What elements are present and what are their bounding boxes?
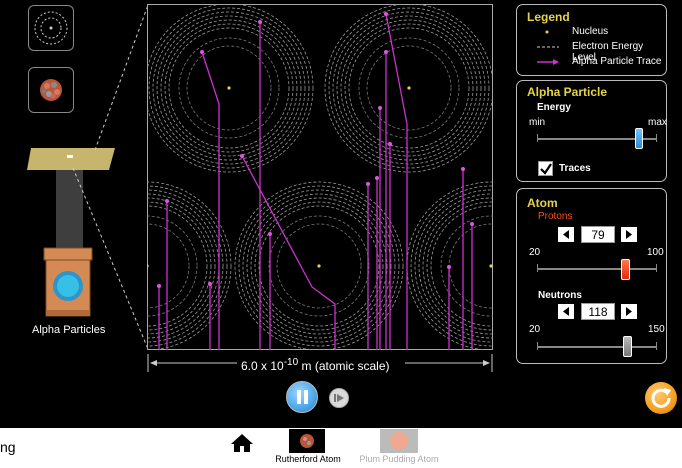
protons-decrement-button[interactable] <box>557 226 575 243</box>
step-icon <box>334 394 344 402</box>
rutherford-atom-icon <box>289 429 325 453</box>
alpha-particle <box>378 106 382 110</box>
nucleus <box>317 264 321 268</box>
legend-item-nucleus: Nucleus <box>572 26 609 37</box>
neutrons-slider-track[interactable] <box>537 346 657 348</box>
legend-item-trace: Alpha Particle Trace <box>572 56 662 67</box>
alpha-particle-panel: Alpha Particle Energy min max Traces <box>516 80 667 182</box>
traces-label: Traces <box>559 163 591 174</box>
arrow-left-icon <box>563 230 569 239</box>
alpha-particle <box>268 232 272 236</box>
energy-min-label: min <box>529 117 546 128</box>
traces-checkbox[interactable] <box>538 161 553 176</box>
home-button[interactable] <box>230 432 254 454</box>
protons-tick-max <box>656 264 657 272</box>
alpha-particle <box>208 282 212 286</box>
reset-icon <box>651 388 671 408</box>
scattering-view <box>147 4 493 350</box>
step-button[interactable] <box>329 388 349 408</box>
energy-tick-max <box>656 134 657 142</box>
protons-slider-track[interactable] <box>537 268 657 270</box>
protons-label: Protons <box>538 211 573 222</box>
neutrons-min-label: 20 <box>529 324 541 335</box>
neutrons-decrement-button[interactable] <box>557 303 575 320</box>
legend-icons <box>537 30 559 65</box>
energy-label: Energy <box>537 102 571 113</box>
nucleus <box>407 86 411 90</box>
alpha-particle <box>384 50 388 54</box>
alpha-particle <box>384 12 388 16</box>
home-icon <box>231 434 253 452</box>
nucleus-dot-icon <box>545 30 549 34</box>
alpha-particle <box>200 50 204 54</box>
neutrons-tick-min <box>537 342 538 350</box>
neutrons-label: Neutrons <box>538 290 582 301</box>
screen-label-rutherford: Rutherford Atom <box>275 454 341 464</box>
checkmark-icon <box>540 163 552 175</box>
neutrons-max-label: 150 <box>648 324 665 335</box>
protons-increment-button[interactable] <box>620 226 638 243</box>
screen-plum-pudding-atom[interactable]: Plum Pudding Atom <box>356 429 442 467</box>
neutrons-tick-max <box>656 342 657 350</box>
energy-slider-thumb[interactable] <box>635 128 643 149</box>
legend-title: Legend <box>527 10 570 24</box>
nucleus <box>489 264 493 268</box>
protons-value: 79 <box>581 226 615 243</box>
alpha-particle <box>366 182 370 186</box>
footer-fragment: ng <box>0 439 16 455</box>
legend-panel: Legend Nucleus Electron Energy Level Alp… <box>516 4 667 76</box>
arrow-left-icon <box>563 307 569 316</box>
navigation-bar: ng Rutherford Atom Plum Pudding Atom <box>0 428 682 468</box>
neutrons-value: 118 <box>581 303 615 320</box>
atom-panel: Atom Protons 79 20 100 Neutrons 118 20 1… <box>516 188 667 364</box>
alpha-particle <box>461 167 465 171</box>
neutrons-slider-thumb[interactable] <box>622 336 632 357</box>
protons-min-label: 20 <box>529 247 541 258</box>
alpha-particle <box>240 154 244 158</box>
screen-label-plum-pudding: Plum Pudding Atom <box>359 454 439 464</box>
plum-pudding-atom-icon <box>380 429 418 453</box>
protons-tick-min <box>537 264 538 272</box>
protons-max-label: 100 <box>647 247 664 258</box>
alpha-particle <box>447 265 451 269</box>
protons-slider-thumb[interactable] <box>621 259 630 280</box>
alpha-particle-title: Alpha Particle <box>527 85 608 99</box>
reset-button[interactable] <box>645 382 677 414</box>
nucleus <box>227 86 231 90</box>
screen-rutherford-atom[interactable]: Rutherford Atom <box>270 429 346 467</box>
atom-title: Atom <box>527 196 558 210</box>
alpha-particle <box>258 20 262 24</box>
energy-tick-min <box>537 134 538 142</box>
alpha-particle <box>165 199 169 203</box>
pause-button[interactable] <box>286 381 318 413</box>
arrow-right-icon <box>626 307 632 316</box>
pause-icon <box>297 390 308 404</box>
neutrons-increment-button[interactable] <box>620 303 638 320</box>
arrow-right-icon <box>626 230 632 239</box>
alpha-particle <box>157 284 161 288</box>
alpha-particle <box>388 142 392 146</box>
scale-label: 6.0 x 10-10 m (atomic scale) <box>241 357 390 373</box>
alpha-particle <box>375 176 379 180</box>
energy-max-label: max <box>648 117 667 128</box>
alpha-particle <box>470 222 474 226</box>
